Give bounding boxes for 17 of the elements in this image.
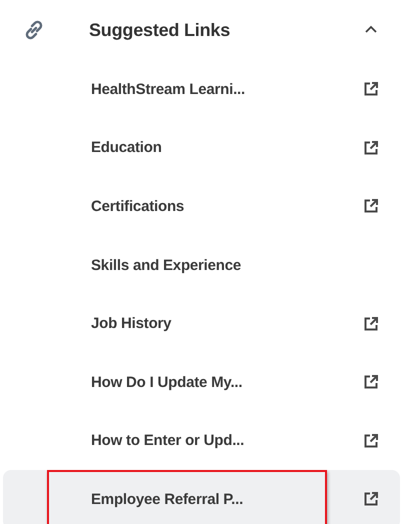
link-item[interactable]: Employee Referral P... — [3, 470, 400, 524]
link-label: Employee Referral P... — [91, 490, 244, 508]
link-label: Certifications — [91, 198, 184, 215]
link-label: Education — [91, 139, 162, 156]
link-item[interactable]: Skills and Experience — [3, 236, 400, 294]
link-label: Skills and Experience — [91, 256, 242, 274]
link-label: How Do I Update My... — [91, 374, 242, 391]
link-item[interactable]: Job History — [3, 294, 400, 353]
link-item[interactable]: Education — [3, 118, 400, 178]
section-title: Suggested Links — [89, 20, 232, 40]
link-label: Job History — [91, 315, 172, 332]
link-item[interactable]: HealthStream Learni... — [3, 60, 400, 119]
link-item[interactable]: How to Enter or Upd... — [3, 412, 400, 470]
link-item[interactable]: How Do I Update My... — [3, 352, 400, 412]
link-label: HealthStream Learni... — [91, 80, 245, 98]
link-label: How to Enter or Upd... — [91, 432, 244, 450]
link-item[interactable]: Certifications — [3, 177, 400, 236]
